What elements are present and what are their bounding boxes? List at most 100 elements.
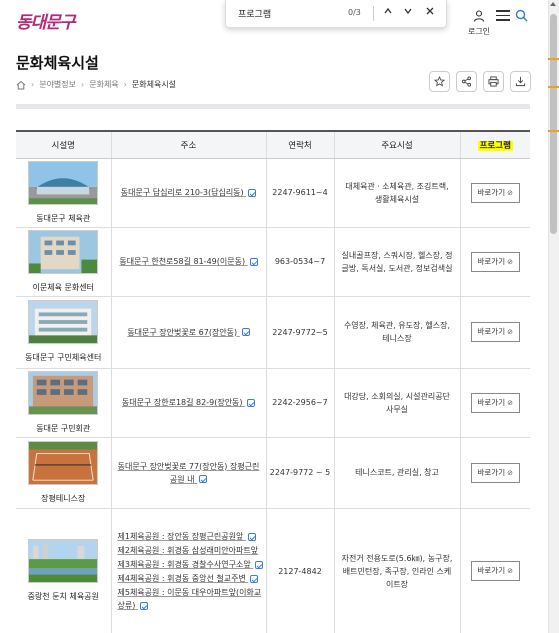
table-row: 이문체육 문화센터 동대문구 한천로58길 81-49(이문동) 963-053…	[16, 227, 530, 297]
map-link-icon	[250, 574, 259, 583]
column-header-facilities: 주요시설	[333, 130, 460, 159]
park-address-link[interactable]: 제4체육공원 : 휘경동 중앙선 철교주변	[118, 572, 266, 585]
find-close-button[interactable]	[422, 5, 438, 21]
favorite-button[interactable]	[429, 71, 450, 92]
park-address-link[interactable]: 제1체육공원 : 장안동 장평근린공원앞	[118, 530, 266, 543]
map-link-icon	[247, 532, 256, 541]
share-icon	[461, 76, 472, 87]
facility-features: 테니스코트, 관리실, 창고	[333, 437, 460, 509]
facility-address-link[interactable]: 동대문구 장안벚꽃로 77(장안동) 장평근린공원 내	[112, 460, 266, 486]
menu-icon[interactable]	[496, 10, 510, 22]
map-link-icon	[139, 601, 148, 610]
table-header-row: 시설명 주소 연락처 주요시설 프로그램	[16, 130, 530, 159]
page-tools	[429, 71, 531, 92]
map-link-icon	[248, 188, 257, 197]
breadcrumb-separator: ›	[81, 80, 85, 89]
link-icon: ⊘	[507, 567, 513, 575]
find-match-marker	[548, 86, 559, 88]
download-icon	[515, 76, 526, 87]
map-link-icon	[255, 560, 264, 569]
program-link-button[interactable]: 바로가기 ⊘	[470, 182, 520, 203]
facility-photo-riverside-park[interactable]	[28, 539, 99, 583]
table-row: 중랑천 둔치 체육공원 제1체육공원 : 장안동 장평근린공원앞 제2체육공원 …	[16, 508, 530, 633]
find-match-marker	[548, 130, 559, 132]
table-row: 장평테니스장 동대문구 장안벚꽃로 77(장안동) 장평근린공원 내 2247-…	[16, 437, 530, 509]
link-icon: ⊘	[507, 328, 513, 336]
facility-address-link[interactable]: 동대문구 장안벚꽃로 67(장안동)	[121, 326, 255, 339]
find-match-marker	[548, 58, 559, 60]
section-divider	[16, 104, 530, 109]
breadcrumb-separator: ›	[31, 80, 35, 89]
facility-address-link[interactable]: 동대문구 장한로18길 82-9(장안동)	[116, 396, 261, 409]
breadcrumb-item[interactable]: 문화체육	[89, 79, 118, 90]
facility-photo-tennis-court[interactable]	[28, 440, 99, 485]
map-link-icon	[199, 475, 208, 483]
chevron-up-icon	[384, 7, 392, 14]
link-icon: ⊘	[507, 257, 513, 266]
column-header-name: 시설명	[16, 130, 111, 159]
print-button[interactable]	[483, 71, 504, 92]
link-icon: ⊘	[507, 398, 513, 407]
facility-name: 이문체육 문화센터	[32, 282, 94, 292]
facility-photo-community-hall[interactable]	[28, 370, 99, 415]
scroll-up-arrow-icon[interactable]	[550, 2, 556, 6]
facility-name: 동대문 구민회관	[36, 423, 91, 433]
star-icon	[434, 76, 445, 87]
facility-name: 중랑천 둔치 체육공원	[27, 592, 99, 601]
facility-features: 실내골프장, 스쿼시장, 헬스장, 정글방, 독서실, 도서관, 정보검색실	[333, 227, 460, 297]
program-link-button[interactable]: 바로가기 ⊘	[470, 251, 520, 272]
find-divider	[373, 6, 374, 21]
park-address-link[interactable]: 제2체육공원 : 휘경동 삼성래미안아파트앞	[118, 544, 266, 557]
facility-address-link[interactable]: 동대문구 답십리로 210-3(답십리동)	[115, 186, 262, 199]
facility-table: 시설명 주소 연락처 주요시설 프로그램 동대문구 체육관 동대문구 답십리로 …	[16, 130, 530, 633]
facility-features: 대강당, 소회의실, 시설관리공단 사무실	[333, 368, 460, 438]
find-input[interactable]: 프로그램	[238, 7, 271, 20]
column-header-program: 프로그램	[459, 130, 530, 159]
breadcrumb: › 분야별정보 › 문화체육 › 문화체육시설	[16, 79, 176, 90]
user-icon	[473, 10, 485, 22]
facility-photo-gymnasium[interactable]	[28, 160, 99, 205]
column-header-phone: 연락처	[265, 130, 334, 159]
breadcrumb-item[interactable]: 분야별정보	[39, 79, 76, 90]
find-previous-button[interactable]	[380, 5, 396, 21]
program-link-button[interactable]: 바로가기 ⊘	[470, 322, 520, 342]
login-label: 로그인	[467, 27, 491, 36]
park-address-link[interactable]: 제3체육공원 : 휘경동 경찰수사연구소앞	[118, 558, 266, 571]
facility-phone: 2247-9611~4	[265, 158, 334, 228]
site-logo[interactable]: 동대문구	[16, 8, 76, 33]
facility-address-list: 제1체육공원 : 장안동 장평근린공원앞 제2체육공원 : 휘경동 삼성래미안아…	[110, 508, 266, 633]
search-icon[interactable]	[515, 9, 528, 25]
table-row: 동대문 구민회관 동대문구 장한로18길 82-9(장안동) 2242-2956…	[16, 368, 530, 438]
facility-photo-sports-center[interactable]	[28, 300, 99, 344]
login-button[interactable]: 로그인	[467, 10, 491, 37]
facility-features: 자전거 전용도로(5.6㎞), 농구장, 배트민턴장, 족구장, 인라인 스케이…	[333, 508, 460, 633]
facility-address-link[interactable]: 동대문구 한천로58길 81-49(이문동)	[113, 255, 263, 268]
find-count: 0/3	[348, 8, 361, 17]
breadcrumb-separator: ›	[123, 80, 127, 89]
download-button[interactable]	[510, 71, 531, 92]
facility-features: 대체육관ㆍ소체육관, 조깅트랙, 생활체육시설	[333, 158, 460, 228]
link-icon: ⊘	[507, 188, 513, 197]
facility-phone: 2127-4842	[265, 508, 334, 633]
program-link-button[interactable]: 바로가기 ⊘	[470, 392, 520, 413]
close-icon	[426, 7, 434, 15]
find-next-button[interactable]	[400, 5, 416, 21]
program-link-button[interactable]: 바로가기 ⊘	[470, 462, 520, 483]
park-address-link[interactable]: 제5체육공원 : 이문동 대우아파트앞(이화교상류)	[118, 586, 266, 612]
facility-phone: 2247-9772~5	[265, 296, 334, 369]
facility-name: 장평테니스장	[41, 493, 86, 503]
facility-phone: 2242-2956~7	[265, 368, 334, 438]
scrollbar-thumb[interactable]	[550, 14, 557, 234]
share-button[interactable]	[456, 71, 477, 92]
link-icon: ⊘	[507, 468, 513, 477]
page-title: 문화체육시설	[16, 54, 99, 72]
home-icon[interactable]	[16, 80, 26, 90]
facility-photo-imun-center[interactable]	[28, 229, 99, 274]
facility-phone: 963-0534~7	[265, 227, 334, 297]
chevron-down-icon	[404, 8, 412, 15]
print-icon	[488, 76, 499, 87]
facility-phone: 2247-9772 ~ 5	[265, 437, 334, 509]
facility-name: 동대문구 구민체육센터	[25, 353, 102, 362]
column-header-address: 주소	[110, 130, 266, 159]
program-link-button[interactable]: 바로가기 ⊘	[470, 561, 520, 581]
